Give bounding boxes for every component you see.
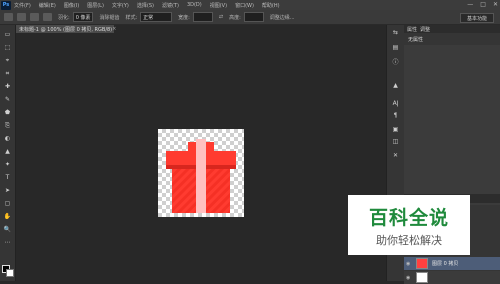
lasso-tool-icon[interactable]: ⌖ [3,57,12,64]
properties-body [404,45,500,205]
zoom-tool-icon[interactable]: 🔍 [3,226,12,233]
menu-help[interactable]: 帮助(H) [262,2,280,9]
document-tab[interactable]: 未标题-1 @ 100% (图层 0 拷贝, RGB/8) × [16,25,116,33]
gradient-tool-icon[interactable]: ✦ [3,161,12,168]
properties-header: 无属性 [408,37,424,43]
swap-icon[interactable]: ⇄ [219,14,223,20]
menu-edit[interactable]: 编辑(E) [39,2,56,9]
menu-window[interactable]: 窗口(W) [235,2,254,9]
window-controls: — □ ✕ [467,1,498,8]
menu-select[interactable]: 选择(S) [137,2,154,9]
menu-layer[interactable]: 图层(L) [87,2,104,9]
style-select[interactable]: 正常 [140,12,173,22]
more-tools-icon[interactable]: ⋯ [3,239,12,246]
paragraph-icon[interactable]: ¶ [391,111,400,119]
style-label: 样式: [125,14,138,21]
antialias-checkbox[interactable]: 消除锯齿 [99,14,119,21]
marquee-tool-icon[interactable] [4,13,13,21]
menu-file[interactable]: 文件(F) [14,2,31,9]
history-icon[interactable]: ▤ [391,43,400,51]
menu-image[interactable]: 图像(I) [64,2,79,9]
tab-adjustments[interactable]: 调整 [420,26,430,33]
info-icon[interactable]: ⓘ [391,57,400,66]
background-color-swatch[interactable] [6,269,14,277]
tools-icon[interactable]: ✕ [391,151,400,159]
brush-tool-icon[interactable]: ⬟ [3,109,12,116]
eraser-tool-icon[interactable]: ▲ [3,148,12,155]
properties-icon[interactable]: ▲ [391,81,400,89]
menu-view[interactable]: 视图(V) [210,2,227,9]
shape-tool-icon[interactable]: ▢ [3,200,12,207]
subtract-selection-icon[interactable] [43,13,52,21]
feather-input[interactable]: 0 像素 [72,12,94,22]
layer-row[interactable]: ◉ [404,271,500,284]
photoshop-logo: Ps [1,0,11,10]
width-label: 宽度: [178,14,190,21]
options-bar: 羽化: 0 像素 消除锯齿 样式: 正常 宽度: ⇄ 高度: 调整边缘... [0,10,500,25]
path-select-icon[interactable]: ➤ [3,187,12,194]
layer-thumbnail [416,258,428,269]
marquee-tool-icon[interactable]: ⬚ [3,44,12,51]
collapse-icon[interactable]: ⇆ [391,28,400,36]
stamp-tool-icon[interactable]: ⎘ [3,122,12,129]
tab-properties[interactable]: 属性 [407,26,417,33]
document-tab-label: 未标题-1 @ 100% (图层 0 拷贝, RGB/8) [19,26,113,33]
document-canvas[interactable] [158,129,244,217]
close-tab-icon[interactable]: × [112,26,116,32]
character-icon[interactable]: Aǀ [391,99,400,107]
layer-thumbnail [416,272,428,283]
add-selection-icon[interactable] [30,13,39,21]
tools-panel: ▭ ⬚ ⌖ ⌗ ✚ ✎ ⬟ ⎘ ◐ ▲ ✦ T ➤ ▢ ✋ 🔍 ⋯ [0,25,16,281]
menu-bar: Ps 文件(F) 编辑(E) 图像(I) 图层(L) 文字(Y) 选择(S) 滤… [0,0,500,10]
workspace-select[interactable]: 基本功能 [460,13,494,23]
swatches-icon[interactable]: ▣ [391,125,400,133]
maximize-button[interactable]: □ [480,1,486,8]
crop-tool-icon[interactable]: ⌗ [3,70,12,77]
menu-type[interactable]: 文字(Y) [112,2,129,9]
watermark-title: 百科全说 [368,207,449,229]
visibility-eye-icon[interactable]: ◉ [406,275,414,281]
new-selection-icon[interactable] [17,13,26,21]
height-input[interactable] [243,12,264,22]
menu-3d[interactable]: 3D(D) [187,2,202,8]
properties-tabs: 属性 调整 [404,25,500,33]
minimize-button[interactable]: — [467,1,473,8]
watermark: 百科全说 助你轻松解决 [348,195,470,255]
history-brush-icon[interactable]: ◐ [3,135,12,142]
layer-name: 图层 0 拷贝 [432,261,459,267]
refine-edge-button[interactable]: 调整边缘... [270,14,295,21]
type-tool-icon[interactable]: T [3,174,12,181]
feather-label: 羽化: [58,14,70,21]
hand-tool-icon[interactable]: ✋ [3,213,12,220]
eyedropper-tool-icon[interactable]: ✚ [3,83,12,90]
watermark-subtitle: 助你轻松解决 [376,234,442,247]
styles-icon[interactable]: ◫ [391,137,400,145]
menu-filter[interactable]: 滤镜(T) [162,2,179,9]
gift-box-image [166,139,236,213]
visibility-eye-icon[interactable]: ◉ [406,261,414,267]
healing-tool-icon[interactable]: ✎ [3,96,12,103]
height-label: 高度: [229,14,241,21]
layer-row[interactable]: ◉ 图层 0 拷贝 [404,257,500,270]
move-tool-icon[interactable]: ▭ [3,31,12,38]
close-button[interactable]: ✕ [493,1,498,8]
width-input[interactable] [192,12,213,22]
